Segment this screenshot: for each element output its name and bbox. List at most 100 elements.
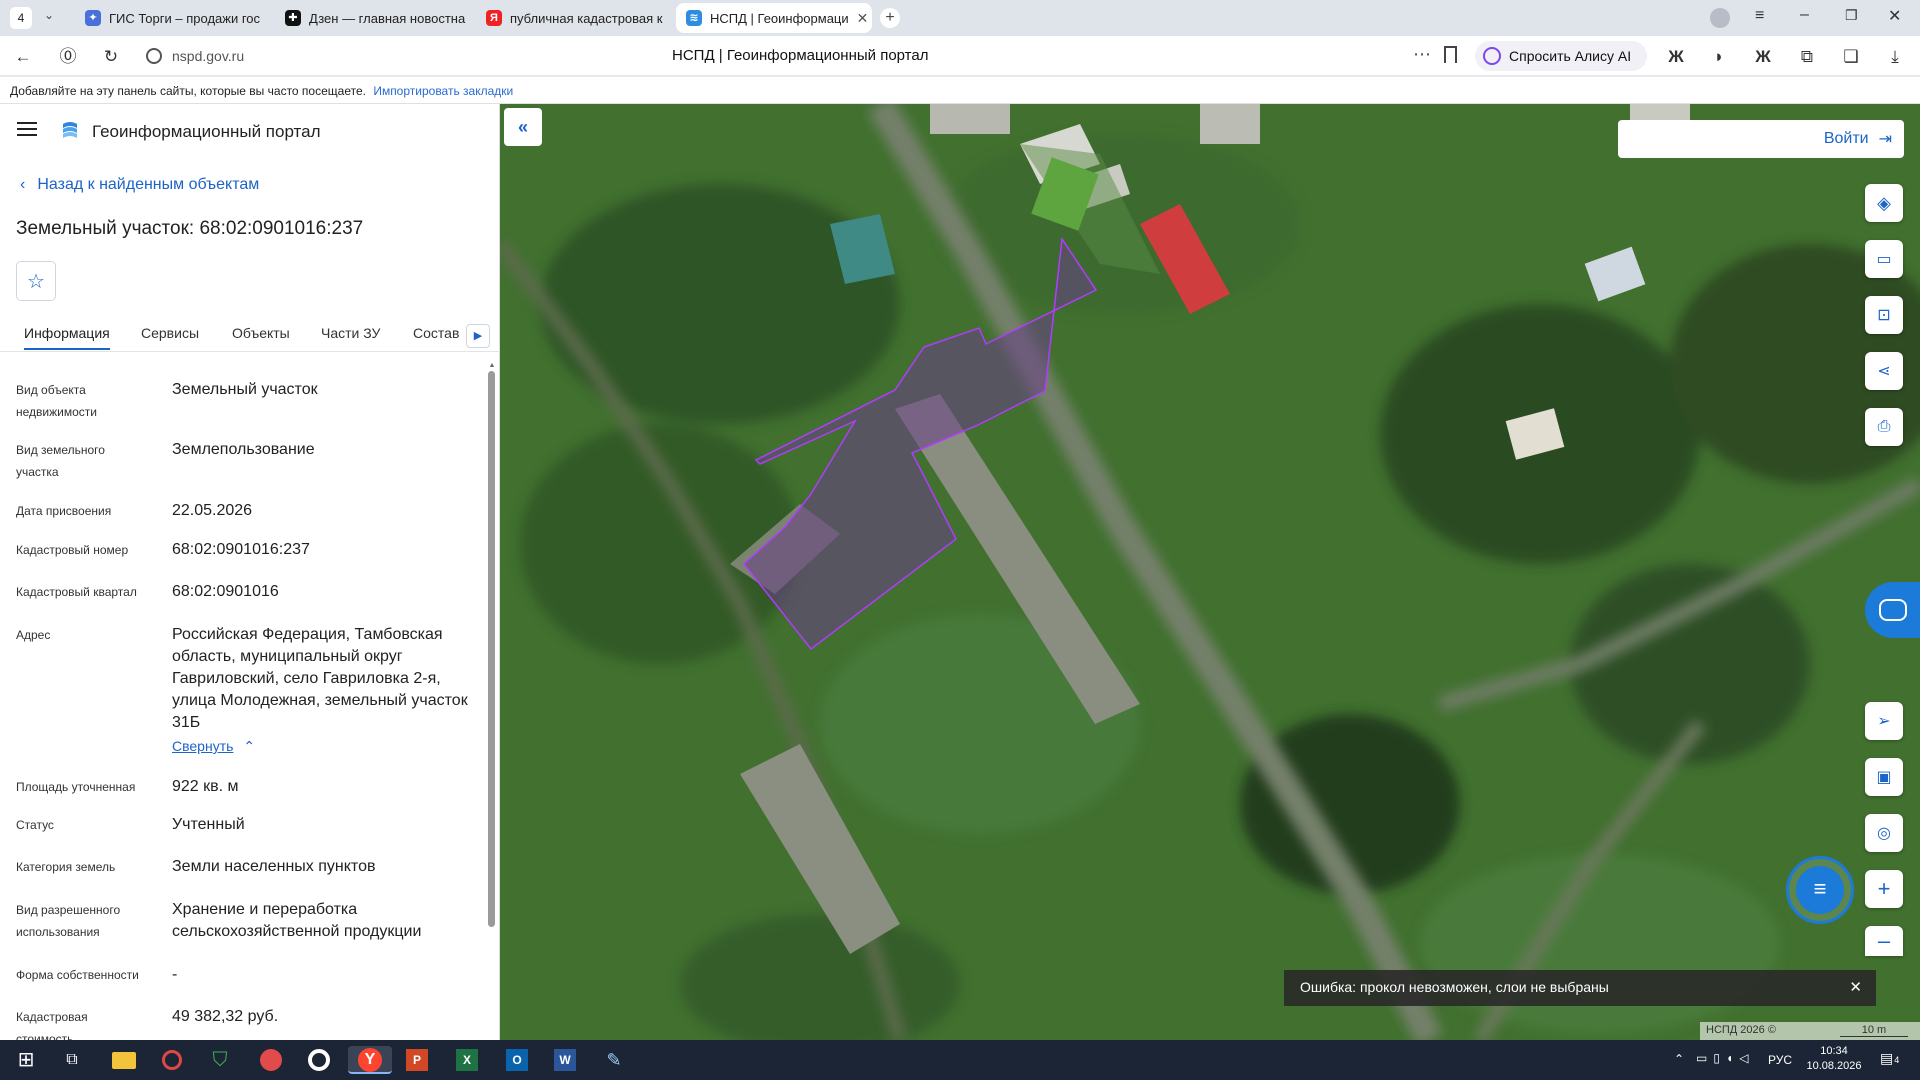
share-button[interactable]: ⋖ — [1865, 352, 1903, 390]
tray-icons[interactable]: ▭▯◖◁ — [1696, 1051, 1754, 1065]
powerpoint-icon[interactable]: P — [400, 1046, 432, 1074]
secure-site-icon[interactable] — [146, 48, 162, 64]
extension-shield-icon[interactable]: ◗ — [1708, 46, 1730, 68]
tab-services[interactable]: Сервисы — [141, 316, 199, 350]
info-tabs: Информация Сервисы Объекты Части ЗУ Сост… — [0, 316, 500, 352]
url-text[interactable]: nspd.gov.ru — [172, 48, 244, 64]
language-indicator[interactable]: РУС — [1768, 1053, 1792, 1067]
import-bookmarks-link[interactable]: Импортировать закладки — [373, 84, 513, 98]
object-title: Земельный участок: 68:02:0901016:237 — [16, 218, 364, 239]
back-arrow-icon[interactable]: ← — [12, 46, 34, 68]
browser-tab-dzen[interactable]: ✚ Дзен — главная новостна — [275, 3, 470, 33]
scroll-up-arrow-icon[interactable]: ▲ — [488, 362, 496, 369]
error-message: Ошибка: прокол невозможен, слои не выбра… — [1300, 979, 1609, 995]
alice-label: Спросить Алису AI — [1509, 48, 1632, 64]
chat-button[interactable]: ≡ — [1786, 856, 1854, 924]
back-to-results-link[interactable]: ‹ Назад к найденным объектам — [20, 176, 259, 194]
layers-button[interactable]: ◈ — [1865, 184, 1903, 222]
app-red-icon[interactable] — [254, 1046, 286, 1074]
ruler-button[interactable]: ▭ — [1865, 240, 1903, 278]
extensions-puzzle-icon[interactable]: ⧉ — [1796, 46, 1818, 68]
paint-icon[interactable]: ✎ — [598, 1046, 630, 1074]
word-icon[interactable]: W — [548, 1046, 580, 1074]
feedback-button[interactable] — [1865, 582, 1920, 638]
scrollbar-thumb[interactable] — [488, 371, 495, 927]
field-value: Хранение и переработка сельскохозяйствен… — [172, 901, 422, 940]
clock-date: 10.08.2026 — [1806, 1060, 1862, 1072]
field-value: 49 382,32 руб. — [172, 1008, 279, 1025]
close-window-icon[interactable]: ✕ — [1888, 6, 1901, 26]
collapse-panel-button[interactable]: « — [504, 108, 542, 146]
bookmark-icon[interactable] — [1444, 46, 1457, 63]
tabs-scroll-right-button[interactable]: ▶ — [466, 324, 490, 348]
field-label: Кадастровый квартал — [16, 585, 137, 599]
feedback-icon — [1878, 599, 1907, 621]
notifications-icon[interactable]: ▤4 — [1880, 1050, 1899, 1067]
field-value: Землепользование — [172, 441, 315, 458]
minimap-button[interactable]: ▣ — [1865, 758, 1903, 796]
dzen-favicon-icon: ✚ — [285, 10, 301, 26]
browser-tab-nspd[interactable]: ≋ НСПД | Геоинформаци ✕ — [676, 3, 872, 33]
clock[interactable]: 10:34 10.08.2026 — [1806, 1045, 1862, 1072]
outlook-icon[interactable]: O — [500, 1046, 532, 1074]
location-search-button[interactable]: ◎ — [1865, 814, 1903, 852]
zoom-out-button[interactable]: – — [1865, 926, 1903, 956]
menu-icon[interactable]: ≡ — [1755, 7, 1764, 25]
browser-tab-yandex[interactable]: Я публичная кадастровая к — [476, 3, 671, 33]
shield-icon[interactable]: ⛉ — [204, 1046, 236, 1074]
profile-icon[interactable] — [1710, 8, 1730, 28]
tray-chevron-icon[interactable]: ⌃ — [1674, 1052, 1684, 1066]
close-toast-icon[interactable]: ✕ — [1849, 978, 1862, 996]
windows-start-icon[interactable]: ⊞ — [10, 1046, 42, 1074]
location-icon: ◎ — [1877, 825, 1891, 842]
field-value: 922 кв. м — [172, 778, 239, 795]
minimize-icon[interactable]: – — [1800, 6, 1809, 24]
app-icon[interactable] — [156, 1046, 188, 1074]
tab-composition[interactable]: Состав — [413, 316, 459, 350]
yandex-browser-icon[interactable]: Y — [348, 1046, 392, 1074]
print-button[interactable]: ⎙ — [1865, 408, 1903, 446]
ccleaner-icon[interactable] — [302, 1046, 334, 1074]
yandex-favicon-icon: Я — [486, 10, 502, 26]
extension-k-icon[interactable]: Ж — [1665, 46, 1687, 68]
collapse-link[interactable]: Свернуть ⌃ — [172, 738, 255, 755]
panel-scrollbar[interactable]: ▲ — [488, 362, 496, 1040]
minimap-icon: ▣ — [1876, 769, 1892, 786]
field-value: - — [172, 966, 178, 983]
task-view-icon[interactable]: ⧉ — [56, 1046, 88, 1074]
tab-label: публичная кадастровая к — [510, 10, 663, 26]
tab-count-button[interactable]: 4 — [10, 7, 32, 29]
reload-icon[interactable]: ↻ — [100, 46, 122, 68]
login-button[interactable]: Войти ⇥ — [1618, 120, 1904, 158]
map-view[interactable]: « Войти ⇥ — [500, 104, 1920, 1040]
geolocation-button[interactable]: ➢ — [1865, 702, 1903, 740]
restore-icon[interactable]: ❐ — [1845, 7, 1858, 24]
tab-label: ГИС Торги – продажи гос — [109, 10, 261, 26]
nspd-favicon-icon: ≋ — [686, 10, 702, 26]
alice-button[interactable]: Спросить Алису AI — [1475, 41, 1647, 71]
field-value: 68:02:0901016 — [172, 583, 279, 600]
layers-icon: ◈ — [1877, 192, 1891, 213]
tab-objects[interactable]: Объекты — [232, 316, 290, 350]
portal-logo-icon — [60, 120, 80, 140]
close-tab-icon[interactable]: ✕ — [857, 10, 869, 27]
area-search-button[interactable]: ⊡ — [1865, 296, 1903, 334]
tab-parts[interactable]: Части ЗУ — [321, 316, 380, 350]
hamburger-icon[interactable] — [17, 122, 37, 136]
file-explorer-icon[interactable] — [108, 1046, 140, 1074]
more-icon[interactable]: ⋯ — [1413, 44, 1431, 65]
excel-icon[interactable]: X — [450, 1046, 482, 1074]
browser-tab-gistorgi[interactable]: ✦ ГИС Торги – продажи гос — [75, 3, 270, 33]
collections-icon[interactable]: ❏ — [1840, 46, 1862, 68]
ruler-icon: ▭ — [1876, 251, 1892, 268]
tab-information[interactable]: Информация — [24, 316, 110, 350]
favorite-button[interactable]: ☆ — [16, 261, 56, 301]
new-tab-button[interactable]: + — [880, 8, 900, 28]
download-icon[interactable]: ⤓ — [1884, 46, 1906, 68]
zoom-in-button[interactable]: + — [1865, 870, 1903, 908]
yandex-protect-icon[interactable]: ⓪ — [57, 46, 79, 68]
extension-k2-icon[interactable]: Ж — [1752, 46, 1774, 68]
plus-icon: + — [1877, 876, 1891, 901]
bookmarks-bar: Добавляйте на эту панель сайты, которые … — [0, 77, 1920, 104]
chevron-down-icon[interactable]: ⌄ — [44, 8, 54, 22]
